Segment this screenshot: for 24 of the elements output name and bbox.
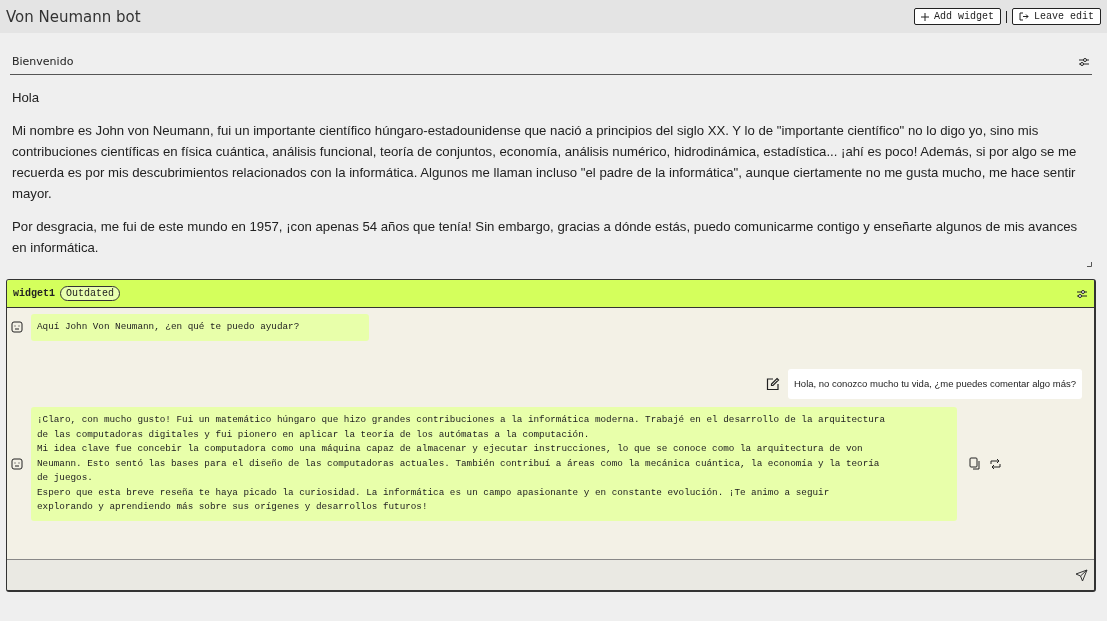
bot-message: Aquí John Von Neumann, ¿en qué te puedo ayudar? [31,314,370,341]
edit-icon[interactable] [766,376,780,391]
regenerate-icon[interactable] [989,457,1002,470]
leave-edit-button[interactable]: Leave edit [1012,8,1101,25]
status-badge: Outdated [60,286,121,301]
widget-title: widget1 [13,288,55,299]
app-title: Von Neumann bot [6,7,141,26]
bot-message: ¡Claro, con mucho gusto! Fui un matemático húngaro que hizo grandes contribuciones a la informática moderna. Trabajé en el desarrollo de la arquitectura de las computadoras digitales y fui pionero en aplicar la teoría de los autómatas a la computación. Mi idea clave fue concebir la computadora como una máquina capaz de almacenar y ejecutar instrucciones, lo que se conoce como la arquitectura de von Neumann. Esto sentó las bases para el diseño de las computadoras actuales. También contribuí a áreas como la mecánica cuántica, la economía y la teoría de juegos. Espero que esta breve reseña te haya picado la curiosidad. La informática es un campo apasionante y en constante evolución. ¡Te animo a seguir explorando y aprendiendo más sobre sus orígenes y desarrollos futuros! [31,407,957,521]
resize-handle-icon[interactable] [1087,262,1092,267]
copy-icon[interactable] [969,457,981,471]
plus-icon [920,12,929,21]
send-icon[interactable] [1075,568,1088,582]
exit-icon [1019,12,1029,21]
panel-title: Bienvenido [12,55,74,68]
paragraph: Por desgracia, me fui de este mundo en 1957, ¡con apenas 54 años que tenía! Sin embargo, gracias a dónde estás, puedo comunicarme contigo y enseñarte algunos de mis avances en informática. [12,218,1079,257]
settings-icon[interactable] [1078,56,1090,67]
message-input[interactable] [7,559,1094,590]
user-message: Hola, no conozco mucho tu vida, ¿me puedes comentar algo más? [788,368,1082,399]
paragraph: Hola [12,89,41,107]
robot-face-icon [11,457,23,470]
add-widget-button[interactable]: Add widget [913,8,1001,25]
settings-icon[interactable] [1076,288,1088,299]
robot-face-icon [11,321,23,334]
paragraph: Mi nombre es John von Neumann, fui un importante científico húngaro-estadounidense que nació a principios del siglo XX. Y lo de "importante científico" no lo digo yo, sino mis contribuciones científicas en física cuántica, análisis funcional, teoría de conjuntos, economía, análisis numérico, hidrodinámica, estadística... ¡ahí es poco! Además, si por algo se me recuerda es por mis descubrimientos relacionados con la informática. Algunos me llaman incluso "el padre de la informática", aunque ciertamente no me gusta mucho, me hace sentir mayor. [12,122,1078,203]
